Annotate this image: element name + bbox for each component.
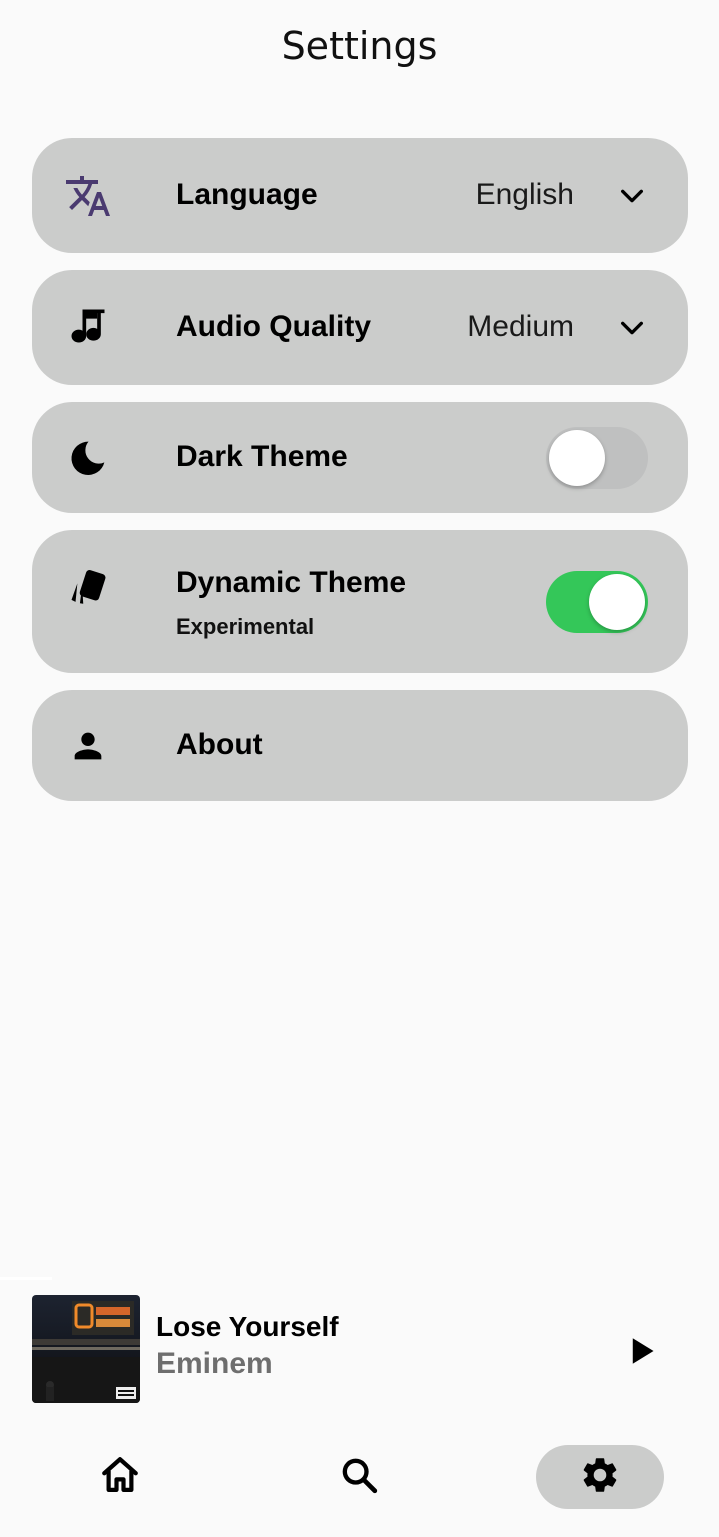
person-icon: [68, 726, 108, 766]
track-title[interactable]: Lose Yourself: [156, 1311, 339, 1343]
setting-dynamic-theme-sublabel: Experimental: [176, 614, 315, 639]
bottom-nav: [0, 1445, 719, 1511]
setting-audio-quality[interactable]: Audio Quality Medium: [32, 270, 688, 385]
track-artist[interactable]: Eminem: [156, 1347, 273, 1381]
nav-settings[interactable]: [536, 1445, 664, 1509]
setting-about[interactable]: About: [32, 690, 688, 801]
setting-language-label: Language: [176, 178, 318, 211]
setting-about-label: About: [176, 728, 263, 761]
setting-dynamic-theme-label: Dynamic Theme: [176, 566, 407, 599]
setting-audio-quality-value[interactable]: Medium: [467, 310, 574, 344]
home-icon: [99, 1454, 141, 1501]
chevron-down-icon[interactable]: [618, 182, 646, 210]
moon-icon: [68, 438, 108, 478]
setting-audio-quality-label: Audio Quality: [176, 310, 371, 343]
setting-dynamic-theme[interactable]: Dynamic Theme Experimental: [32, 530, 688, 673]
setting-dark-theme-label: Dark Theme: [176, 440, 348, 473]
album-art-image[interactable]: [32, 1295, 140, 1403]
music-note-icon: [66, 304, 110, 348]
gear-icon: [579, 1454, 621, 1501]
dynamic-theme-toggle[interactable]: [546, 571, 648, 633]
dark-theme-toggle[interactable]: [546, 427, 648, 489]
toggle-knob: [589, 574, 645, 630]
setting-language-value[interactable]: English: [476, 178, 574, 212]
setting-language[interactable]: Language English: [32, 138, 688, 253]
search-icon: [339, 1455, 379, 1500]
mini-player[interactable]: Lose Yourself Eminem: [0, 1295, 719, 1405]
settings-screen: Settings Language English Audio Quality …: [0, 0, 719, 1537]
setting-dark-theme[interactable]: Dark Theme: [32, 402, 688, 513]
play-icon[interactable]: [622, 1331, 662, 1371]
page-title: Settings: [281, 24, 438, 68]
playback-progress: [0, 1277, 52, 1280]
cards-icon: [66, 566, 110, 610]
translate-icon: [64, 172, 112, 220]
nav-home[interactable]: [88, 1445, 152, 1509]
chevron-down-icon[interactable]: [618, 314, 646, 342]
nav-search[interactable]: [327, 1445, 391, 1509]
toggle-knob: [549, 430, 605, 486]
